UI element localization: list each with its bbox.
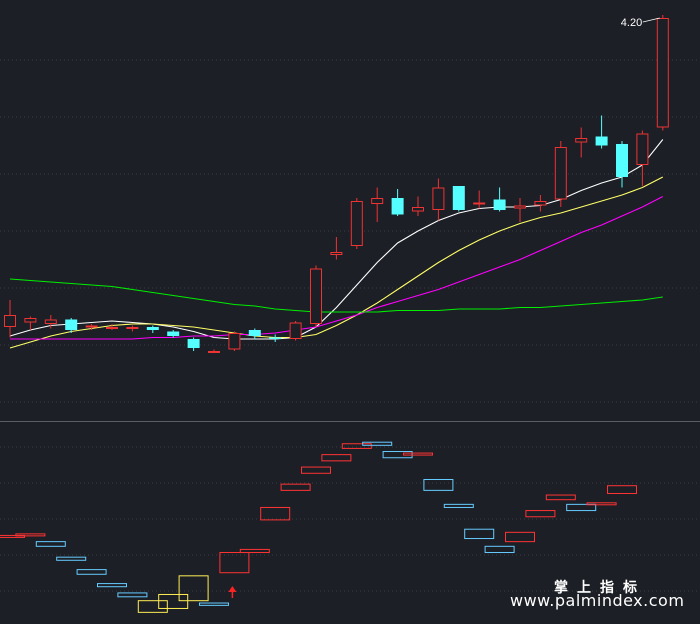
candle-26	[534, 195, 547, 212]
candle-body	[167, 331, 180, 336]
candle-body	[85, 325, 98, 328]
candle-7	[146, 325, 159, 333]
candle-body	[310, 268, 322, 324]
candle-body	[473, 202, 486, 205]
candle-32	[656, 15, 669, 131]
candle-body	[554, 147, 567, 200]
candle-21	[432, 178, 445, 221]
indicator-bricks	[0, 441, 637, 613]
candle-11	[228, 331, 241, 351]
candle-30	[616, 141, 628, 188]
candle-body	[534, 201, 547, 206]
indicator-brick-16	[321, 454, 352, 462]
indicator-brick-13	[260, 506, 291, 521]
candle-20	[412, 196, 424, 216]
watermark-url: www.palmindex.com	[510, 591, 685, 610]
candle-body	[4, 315, 16, 327]
candle-8	[167, 330, 180, 338]
candle-body	[269, 337, 282, 339]
indicator-brick-1	[15, 533, 46, 537]
indicator-brick-17	[341, 443, 372, 449]
candle-body	[514, 205, 526, 209]
candle-body	[412, 207, 424, 212]
indicator-brick-15	[301, 466, 331, 474]
indicator-brick-4	[76, 569, 107, 575]
buy-signal-arrow	[228, 586, 237, 598]
candle-body	[330, 252, 343, 255]
candle-body	[595, 136, 608, 146]
candle-10	[208, 349, 220, 353]
stock-chart: 4.20	[0, 15, 700, 613]
candle-body	[24, 318, 37, 323]
indicator-brick-9	[178, 575, 209, 602]
candle-16	[330, 237, 343, 260]
candle-27	[554, 141, 567, 207]
candle-body	[65, 319, 78, 330]
candle-19	[391, 189, 404, 216]
candle-body	[616, 144, 628, 177]
max-price-label: 4.20	[621, 17, 642, 29]
indicator-brick-10	[199, 602, 229, 606]
candle-body	[350, 201, 363, 246]
arrow-head	[228, 586, 237, 592]
candle-body	[371, 198, 384, 204]
grid-lines	[0, 59, 700, 592]
candlesticks	[4, 15, 669, 353]
indicator-brick-23	[464, 528, 495, 540]
indicator-brick-8	[158, 593, 189, 609]
candle-body	[432, 187, 445, 210]
candle-1	[24, 316, 37, 330]
candle-22	[452, 186, 465, 212]
candle-body	[228, 333, 241, 350]
candle-body	[44, 319, 57, 324]
candle-17	[350, 198, 363, 249]
candle-9	[187, 337, 200, 351]
indicator-brick-24	[484, 545, 515, 554]
indicator-brick-21	[423, 478, 454, 491]
indicator-brick-29	[586, 502, 617, 506]
candle-29	[595, 115, 608, 149]
candle-body	[391, 198, 404, 215]
candle-12	[248, 328, 261, 339]
indicator-brick-7	[137, 600, 168, 613]
candle-31	[636, 130, 649, 186]
candle-body	[656, 18, 669, 128]
ma-line-1	[9, 176, 664, 349]
candle-body	[248, 330, 261, 336]
indicator-brick-5	[97, 583, 127, 588]
candle-28	[575, 127, 588, 158]
indicator-brick-27	[545, 494, 576, 501]
candle-body	[146, 327, 159, 330]
indicator-brick-11	[219, 552, 250, 574]
candle-body	[126, 327, 139, 329]
candle-0	[4, 300, 16, 338]
candle-body	[208, 351, 220, 353]
candle-body	[187, 339, 200, 348]
indicator-brick-22	[443, 503, 474, 508]
candle-body	[636, 133, 649, 165]
ma-line-2	[10, 196, 664, 340]
candle-25	[514, 198, 526, 222]
indicator-brick-20	[403, 452, 433, 456]
candle-body	[289, 322, 302, 339]
indicator-brick-3	[56, 556, 87, 561]
indicator-brick-30	[607, 485, 637, 494]
indicator-brick-2	[35, 541, 66, 547]
indicator-brick-14	[280, 483, 311, 491]
indicator-brick-6	[117, 592, 148, 598]
candle-23	[473, 190, 486, 209]
candle-14	[289, 321, 302, 341]
candle-15	[310, 265, 322, 327]
candle-24	[493, 187, 506, 212]
candle-body	[452, 186, 465, 210]
candle-body	[493, 199, 506, 210]
candle-6	[126, 325, 139, 332]
candle-13	[269, 334, 282, 342]
indicator-brick-12	[239, 548, 270, 554]
indicator-brick-26	[525, 510, 556, 518]
indicator-brick-25	[505, 531, 535, 543]
candle-body	[575, 138, 588, 143]
candle-18	[371, 187, 384, 222]
candle-body	[106, 327, 118, 329]
